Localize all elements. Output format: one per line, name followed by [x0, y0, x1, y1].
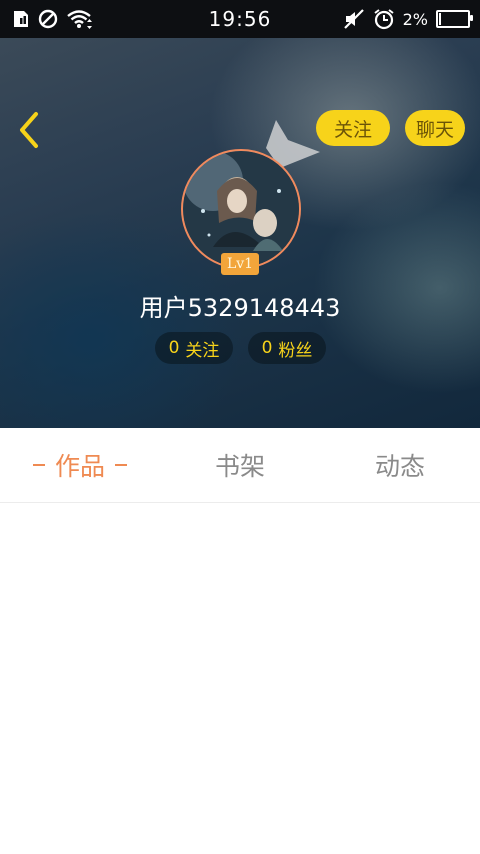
active-dash-right	[115, 464, 127, 466]
avatar-image	[183, 151, 299, 267]
chat-button[interactable]: 聊天	[405, 110, 465, 146]
following-stat[interactable]: 0 关注	[155, 332, 233, 364]
tab-bar: 作品 书架 动态	[0, 428, 480, 503]
alarm-icon	[374, 9, 394, 30]
fans-count: 0	[261, 338, 273, 358]
tab-activity[interactable]: 动态	[320, 428, 480, 502]
tab-bookshelf[interactable]: 书架	[160, 428, 320, 502]
back-button[interactable]	[12, 108, 46, 152]
follow-button[interactable]: 关注	[316, 110, 390, 146]
content-area	[0, 503, 480, 854]
battery-icon	[436, 10, 473, 28]
battery-fill	[439, 13, 441, 25]
tab-works-label: 作品	[54, 452, 105, 481]
battery-percent: 2%	[402, 9, 428, 29]
status-right-icons: 2%	[343, 8, 473, 30]
fans-label: 粉丝	[278, 340, 313, 361]
avatar[interactable]	[181, 149, 301, 269]
username: 用户5329148443	[139, 294, 341, 322]
level-badge: Lv1	[221, 253, 259, 275]
tab-activity-label: 动态	[374, 452, 425, 481]
active-dash-left	[32, 464, 45, 466]
tab-works[interactable]: 作品	[0, 428, 160, 502]
following-count: 0	[168, 338, 180, 358]
mute-icon	[343, 9, 364, 29]
following-label: 关注	[185, 340, 220, 361]
status-bar: 19:56 2%	[0, 0, 480, 38]
fans-stat[interactable]: 0 粉丝	[248, 332, 326, 364]
profile-header: 关注 聊天 Lv1 用户5329148443 0 关注 0 粉丝	[0, 38, 480, 428]
tab-bookshelf-label: 书架	[214, 452, 265, 481]
